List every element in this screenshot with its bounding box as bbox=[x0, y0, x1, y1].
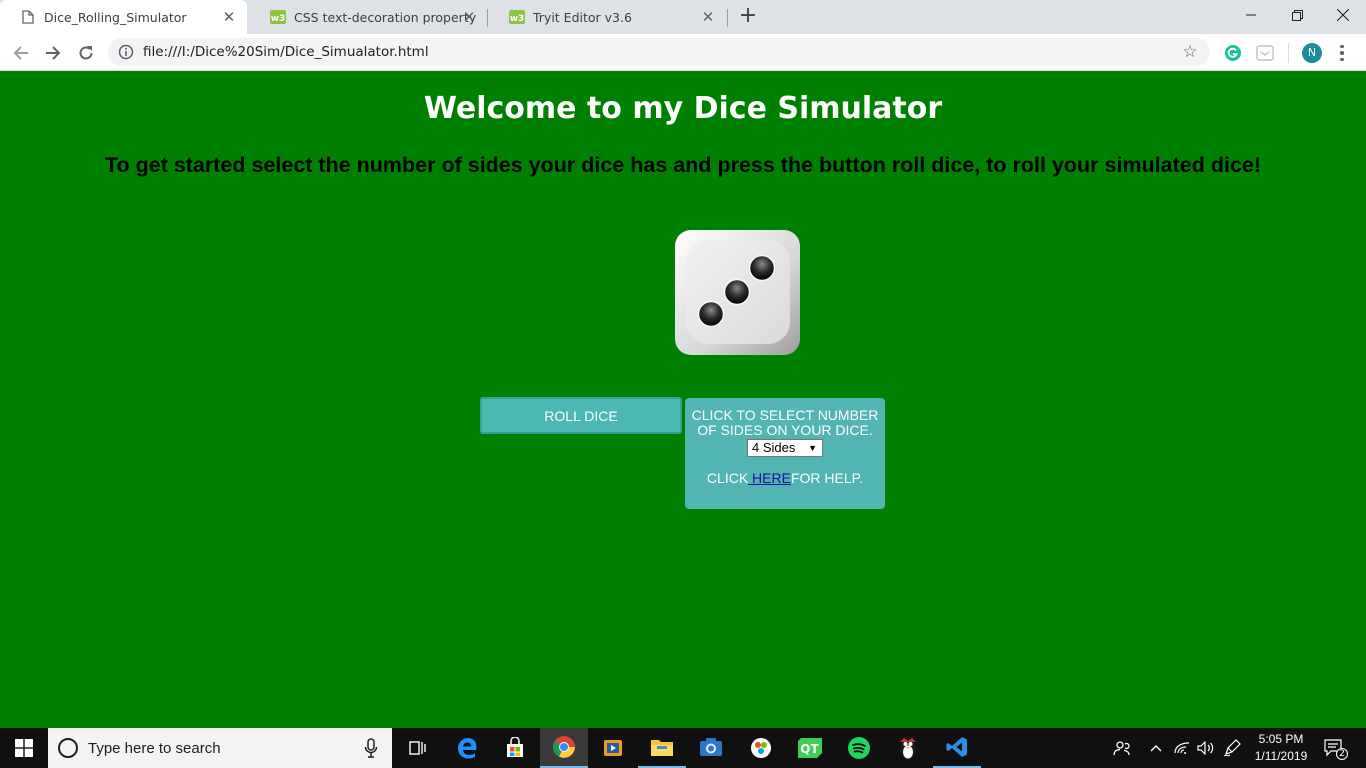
w3schools-icon: w3 bbox=[270, 9, 286, 25]
task-view-icon[interactable] bbox=[394, 728, 442, 768]
extension-icon[interactable] bbox=[1255, 43, 1275, 63]
taskbar-search-box[interactable]: Type here to search bbox=[48, 728, 392, 768]
windows-taskbar: Type here to search QT 5:05 PM 1/11/2019… bbox=[0, 728, 1366, 768]
dropdown-arrow-icon: ▼ bbox=[808, 443, 817, 453]
media-player-icon[interactable] bbox=[589, 728, 637, 768]
dice-image bbox=[675, 230, 800, 355]
paint-3d-icon[interactable] bbox=[737, 728, 785, 768]
start-button[interactable] bbox=[0, 728, 48, 768]
bookmark-star-icon[interactable]: ☆ bbox=[1180, 42, 1200, 62]
w3schools-icon: w3 bbox=[509, 9, 525, 25]
tab-separator bbox=[727, 9, 728, 27]
close-window-button[interactable] bbox=[1320, 0, 1366, 30]
search-placeholder: Type here to search bbox=[88, 740, 221, 757]
edge-browser-icon[interactable] bbox=[443, 728, 491, 768]
windows-logo-icon bbox=[15, 739, 33, 757]
svg-text:QT: QT bbox=[800, 742, 819, 756]
microsoft-store-icon[interactable] bbox=[491, 728, 539, 768]
svg-text:w3: w3 bbox=[271, 14, 286, 24]
cortana-icon bbox=[58, 738, 78, 758]
show-hidden-icons-chevron-icon[interactable] bbox=[1146, 728, 1166, 768]
back-arrow-icon bbox=[13, 46, 28, 60]
close-tab-icon[interactable]: ✕ bbox=[700, 9, 716, 25]
tab-css-text-decoration[interactable]: w3 CSS text-decoration property ✕ bbox=[250, 0, 487, 34]
volume-icon[interactable] bbox=[1195, 728, 1217, 768]
help-link[interactable]: HERE bbox=[748, 470, 791, 486]
sides-select[interactable]: 4 Sides ▼ bbox=[747, 439, 823, 457]
file-explorer-icon[interactable] bbox=[638, 728, 686, 768]
info-icon bbox=[118, 44, 134, 60]
clock-date: 1/11/2019 bbox=[1254, 749, 1308, 763]
minimize-icon bbox=[1246, 14, 1256, 16]
help-suffix: FOR HELP. bbox=[790, 470, 864, 486]
dice-pip bbox=[748, 254, 776, 282]
forward-arrow-icon bbox=[46, 46, 61, 60]
url-text: file:///I:/Dice%20Sim/Dice_Simualator.ht… bbox=[143, 44, 429, 60]
tab-title: CSS text-decoration property bbox=[294, 9, 477, 25]
minimize-button[interactable] bbox=[1228, 0, 1274, 30]
browser-tab-strip: Dice_Rolling_Simulator ✕ w3 CSS text-dec… bbox=[0, 0, 1366, 34]
help-line: CLICK HEREFOR HELP. bbox=[685, 470, 885, 486]
pen-workspace-icon[interactable] bbox=[1220, 728, 1244, 768]
tab-dice-rolling-simulator[interactable]: Dice_Rolling_Simulator ✕ bbox=[0, 0, 247, 34]
tab-tryit-editor[interactable]: w3 Tryit Editor v3.6 ✕ bbox=[489, 0, 726, 34]
tab-title: Dice_Rolling_Simulator bbox=[44, 9, 187, 25]
back-button[interactable] bbox=[8, 40, 34, 66]
dice-pip bbox=[723, 278, 751, 306]
document-icon bbox=[20, 9, 36, 25]
page-content: Welcome to my Dice Simulator To get star… bbox=[0, 71, 1366, 728]
page-subtitle: To get started select the number of side… bbox=[104, 153, 1262, 177]
tab-title: Tryit Editor v3.6 bbox=[533, 9, 632, 25]
close-tab-icon[interactable]: ✕ bbox=[461, 9, 477, 25]
close-tab-icon[interactable]: ✕ bbox=[221, 9, 237, 25]
camera-app-icon[interactable] bbox=[687, 728, 735, 768]
system-clock[interactable]: 5:05 PM 1/11/2019 bbox=[1247, 731, 1315, 765]
forward-button[interactable] bbox=[40, 40, 66, 66]
address-bar[interactable]: file:///I:/Dice%20Sim/Dice_Simualator.ht… bbox=[108, 38, 1210, 66]
restore-button[interactable] bbox=[1274, 0, 1320, 30]
qt-creator-icon[interactable]: QT bbox=[786, 728, 834, 768]
penguin-app-icon[interactable] bbox=[884, 728, 932, 768]
profile-avatar[interactable]: N bbox=[1302, 43, 1322, 63]
reload-icon bbox=[79, 46, 93, 60]
restore-icon bbox=[1291, 9, 1303, 21]
spotify-icon[interactable] bbox=[835, 728, 883, 768]
roll-dice-button[interactable]: ROLL DICE bbox=[480, 397, 682, 434]
new-tab-button[interactable]: + bbox=[736, 5, 760, 29]
tab-separator bbox=[487, 9, 488, 27]
close-icon bbox=[1337, 9, 1349, 21]
sides-instruction: CLICK TO SELECT NUMBER OF SIDES ON YOUR … bbox=[691, 407, 879, 438]
page-title: Welcome to my Dice Simulator bbox=[423, 91, 943, 126]
vscode-icon[interactable] bbox=[933, 728, 981, 768]
menu-kebab-icon[interactable] bbox=[1334, 40, 1350, 66]
wifi-icon[interactable] bbox=[1172, 728, 1192, 768]
action-center-button[interactable]: 2 bbox=[1320, 728, 1348, 768]
chrome-icon[interactable] bbox=[540, 728, 588, 768]
notification-count-badge: 2 bbox=[1336, 748, 1348, 760]
grammarly-icon[interactable] bbox=[1223, 43, 1243, 63]
svg-text:w3: w3 bbox=[510, 14, 525, 24]
dice-pip bbox=[697, 300, 725, 328]
microphone-icon[interactable] bbox=[364, 738, 378, 758]
toolbar-divider bbox=[1288, 43, 1289, 63]
browser-toolbar: file:///I:/Dice%20Sim/Dice_Simualator.ht… bbox=[0, 34, 1366, 71]
help-prefix: CLICK bbox=[706, 470, 749, 486]
people-icon[interactable] bbox=[1108, 728, 1136, 768]
clock-time: 5:05 PM bbox=[1258, 732, 1304, 746]
sides-select-value: 4 Sides bbox=[752, 440, 796, 455]
sides-selection-panel: CLICK TO SELECT NUMBER OF SIDES ON YOUR … bbox=[685, 398, 885, 509]
reload-button[interactable] bbox=[73, 40, 99, 66]
